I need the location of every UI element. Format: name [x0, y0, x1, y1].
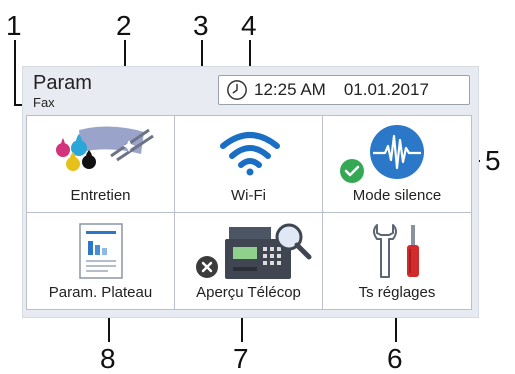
callout-1: 1 — [6, 10, 22, 41]
tile-all-settings[interactable]: Ts réglages — [322, 212, 472, 310]
tile-label-maintenance: Entretien — [70, 187, 131, 204]
callout-2: 2 — [116, 10, 132, 41]
tile-tray-settings[interactable]: Param. Plateau — [26, 212, 175, 310]
tile-label-wifi: Wi-Fi — [231, 187, 266, 204]
clock-icon — [227, 80, 247, 100]
tile-label-fax-preview: Aperçu Télécop — [196, 284, 301, 301]
callout-8: 8 — [100, 343, 116, 374]
callout-7: 7 — [233, 343, 249, 374]
tile-label-silent-mode: Mode silence — [352, 187, 442, 204]
tile-fax-preview[interactable]: Aperçu Télécop — [174, 212, 323, 310]
silent-mode-icon — [370, 125, 424, 179]
ink-cartridges-icon — [56, 126, 154, 171]
tile-silent-mode[interactable]: Mode silence — [322, 115, 472, 213]
screen-subtitle: Fax — [33, 95, 55, 110]
tile-label-tray-settings: Param. Plateau — [48, 284, 153, 301]
tile-label-all-settings: Ts réglages — [358, 284, 436, 301]
check-badge-icon — [340, 159, 364, 183]
screen-title: Param — [33, 72, 92, 94]
callout-3: 3 — [193, 10, 209, 41]
tile-wifi[interactable]: Wi-Fi — [174, 115, 323, 213]
callout-line-1 — [14, 40, 16, 105]
time-text: 12:25 AM — [254, 80, 326, 99]
tools-icon — [373, 224, 419, 278]
fax-preview-icon — [225, 223, 312, 279]
callout-5: 5 — [485, 145, 501, 176]
callout-4: 4 — [241, 10, 257, 41]
error-badge-icon — [196, 256, 218, 278]
date-text: 01.01.2017 — [343, 80, 429, 99]
tile-maintenance[interactable]: Entretien — [26, 115, 175, 213]
tray-document-icon — [79, 223, 123, 279]
callout-6: 6 — [387, 343, 403, 374]
wifi-icon — [220, 132, 280, 176]
datetime-display[interactable]: 12:25 AM 01.01.2017 — [218, 75, 470, 105]
